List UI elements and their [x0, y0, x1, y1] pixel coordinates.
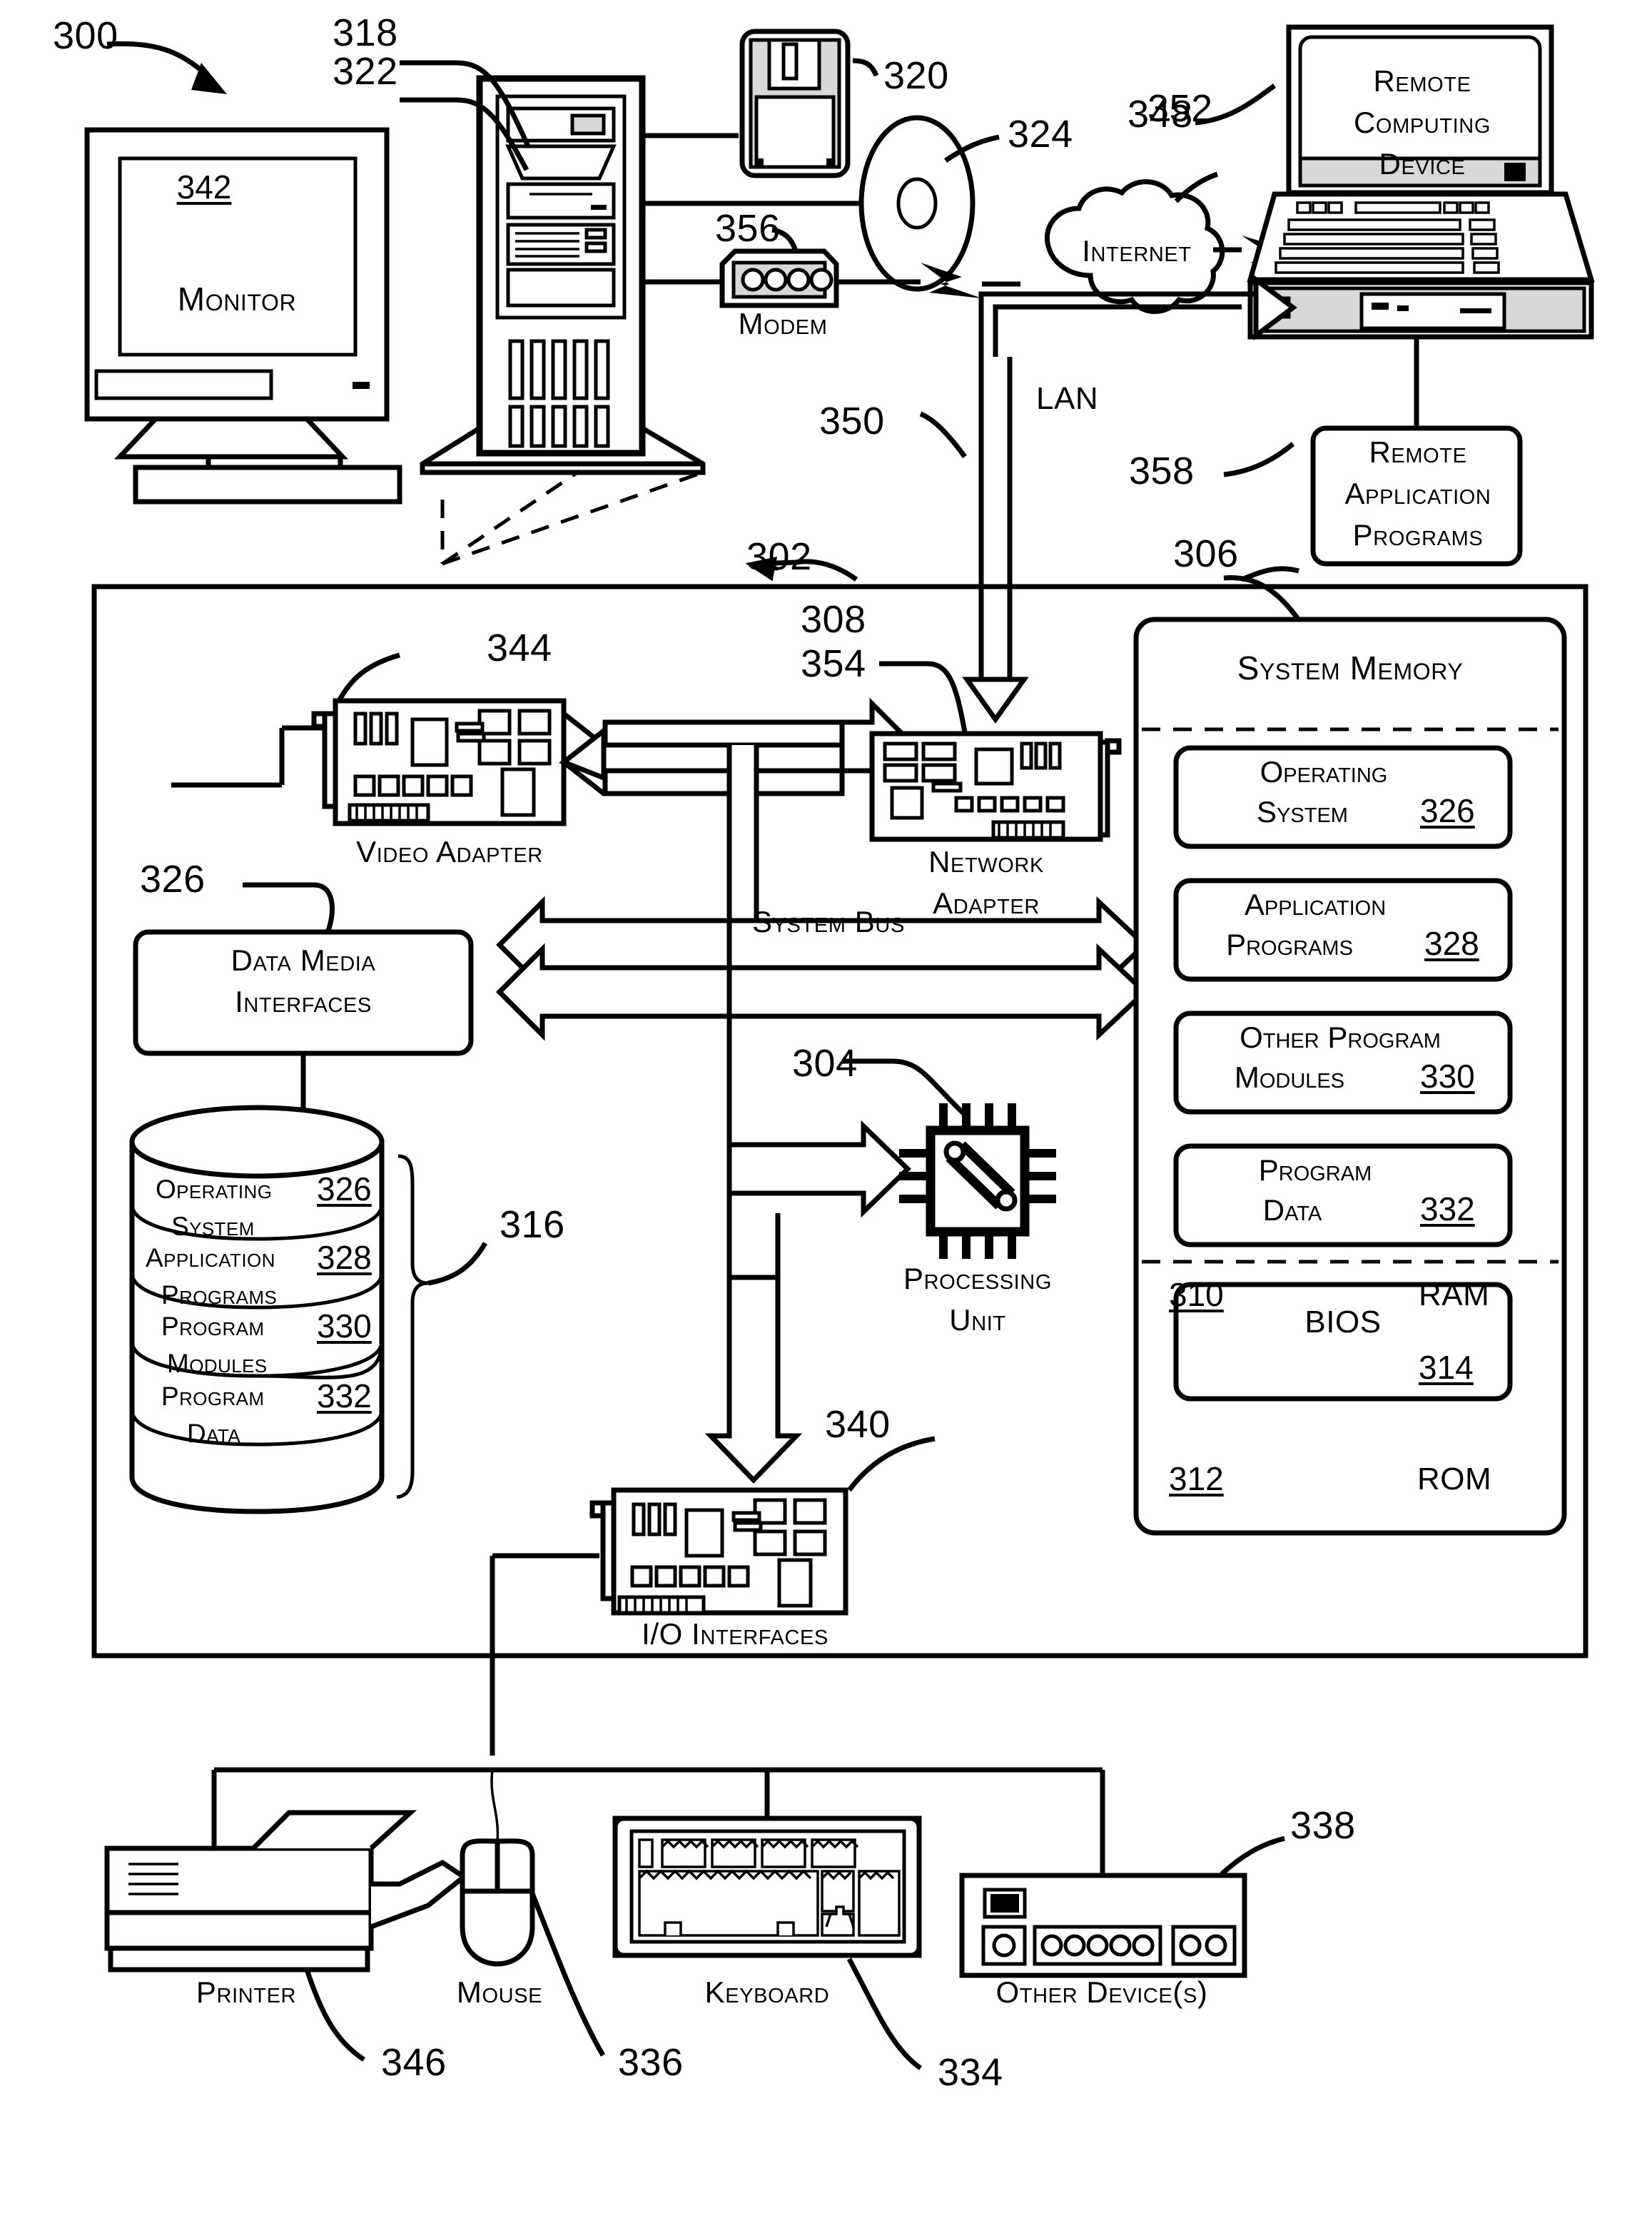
ram-block-1-line1: Application — [1244, 888, 1387, 921]
disk-item-1-line2: Programs — [161, 1280, 278, 1310]
disk-item-2-ref: 330 — [317, 1307, 372, 1345]
ref-348: 348 — [1127, 93, 1193, 136]
remote-apps-line-3: Programs — [1352, 518, 1484, 552]
ram-block-2-ref: 330 — [1420, 1058, 1475, 1095]
ram-block-1-line2: Programs — [1226, 928, 1353, 961]
ram-block-2-line1: Other Program — [1240, 1021, 1441, 1054]
processing-unit-line-1: Processing — [903, 1262, 1053, 1295]
ref-338: 338 — [1290, 1804, 1356, 1847]
disk-item-3-ref: 332 — [317, 1377, 372, 1414]
ref-324: 324 — [1008, 113, 1073, 156]
monitor-label: Monitor — [177, 280, 297, 318]
remote-device-line-3: Device — [1379, 147, 1466, 181]
rom-ref: 312 — [1169, 1460, 1224, 1497]
data-media-line-1: Data Media — [230, 943, 376, 977]
disk-item-0-line2: System — [171, 1212, 255, 1241]
other-devices-graphic — [959, 1770, 1285, 1978]
ref-306: 306 — [1173, 532, 1239, 575]
ref-346: 346 — [381, 2041, 447, 2084]
ref-340: 340 — [825, 1403, 891, 1446]
remote-device-line-1: Remote — [1373, 64, 1471, 98]
printer-graphic — [104, 1767, 1103, 2062]
system-memory-title: System Memory — [1237, 649, 1464, 687]
remote-apps-line-1: Remote — [1369, 435, 1467, 469]
disk-item-1-line1: Application — [146, 1243, 275, 1272]
ram-block-3-line2: Data — [1262, 1193, 1322, 1227]
lan-label: LAN — [1036, 381, 1099, 416]
disk-item-3-line2: Data — [187, 1419, 241, 1448]
ram-block-2-line2: Modules — [1234, 1060, 1345, 1094]
keyboard-graphic — [612, 1770, 923, 2070]
ram-block-0-ref: 326 — [1420, 792, 1475, 829]
ref-326-dmi: 326 — [140, 858, 206, 901]
ram-block-3-line1: Program — [1258, 1153, 1372, 1187]
ram-block-3-ref: 332 — [1420, 1190, 1475, 1227]
ref-334: 334 — [938, 2051, 1003, 2094]
mouse-graphic — [460, 1769, 606, 2057]
network-adapter-line-2: Adapter — [933, 886, 1040, 920]
data-media-line-2: Interfaces — [235, 985, 372, 1018]
system-memory-box — [1133, 575, 1567, 1536]
ref-320: 320 — [883, 54, 949, 97]
peripheral-label-keyboard: Keyboard — [704, 1975, 830, 2009]
io-interfaces-label: I/O Interfaces — [642, 1617, 828, 1651]
io-interfaces-graphic — [490, 1436, 936, 1756]
ref-316: 316 — [500, 1203, 565, 1246]
rom-block-0-ref: 314 — [1419, 1349, 1474, 1386]
network-adapter-line-1: Network — [928, 845, 1044, 878]
system-bus-label: System Bus — [752, 905, 905, 938]
ref-356: 356 — [715, 207, 781, 250]
rom-label: ROM — [1417, 1462, 1492, 1497]
peripheral-label-mouse: Mouse — [456, 1975, 543, 2009]
ref-342: 342 — [176, 168, 232, 206]
ram-block-1-ref: 328 — [1424, 925, 1479, 962]
ram-block-0-line1: Operating — [1260, 755, 1388, 789]
disk-item-0-ref: 326 — [317, 1170, 372, 1207]
ref-358: 358 — [1129, 450, 1195, 492]
remote-apps-line-2: Application — [1344, 477, 1491, 510]
disk-item-0-line1: Operating — [156, 1175, 273, 1204]
peripheral-label-printer: Printer — [196, 1975, 297, 2009]
ref-344: 344 — [487, 627, 552, 669]
ref-308: 308 — [801, 598, 866, 641]
floppy-disk-graphic — [642, 29, 879, 178]
video-adapter-graphic — [171, 652, 567, 826]
storage-cylinder-graphic — [129, 1105, 488, 1514]
disk-item-2-line2: Modules — [167, 1349, 268, 1378]
disk-item-2-line1: Program — [161, 1312, 265, 1341]
ref-304: 304 — [792, 1042, 858, 1085]
peripheral-label-other-devices: Other Device(s) — [995, 1975, 1208, 2009]
modem-label: Modem — [738, 307, 828, 340]
patent-figure-canvas: .s { fill:none; stroke:#000; stroke-widt… — [0, 0, 1652, 2223]
ref-354: 354 — [801, 642, 866, 685]
disk-item-1-ref: 328 — [317, 1239, 372, 1276]
ref-336: 336 — [618, 2041, 684, 2084]
video-adapter-label: Video Adapter — [356, 835, 543, 869]
ref-322: 322 — [333, 50, 398, 93]
processing-unit-line-2: Unit — [949, 1303, 1006, 1337]
ref-318: 318 — [333, 11, 398, 54]
ram-block-0-line2: System — [1257, 795, 1348, 829]
disk-item-3-line1: Program — [161, 1382, 265, 1411]
ref-350: 350 — [819, 400, 885, 442]
ref-302: 302 — [746, 535, 812, 578]
rom-block-0-line1: BIOS — [1304, 1305, 1382, 1340]
system-callout-arrow — [106, 41, 227, 94]
internet-label: Internet — [1082, 234, 1192, 268]
ref-300: 300 — [53, 14, 118, 57]
remote-device-line-2: Computing — [1353, 106, 1491, 139]
